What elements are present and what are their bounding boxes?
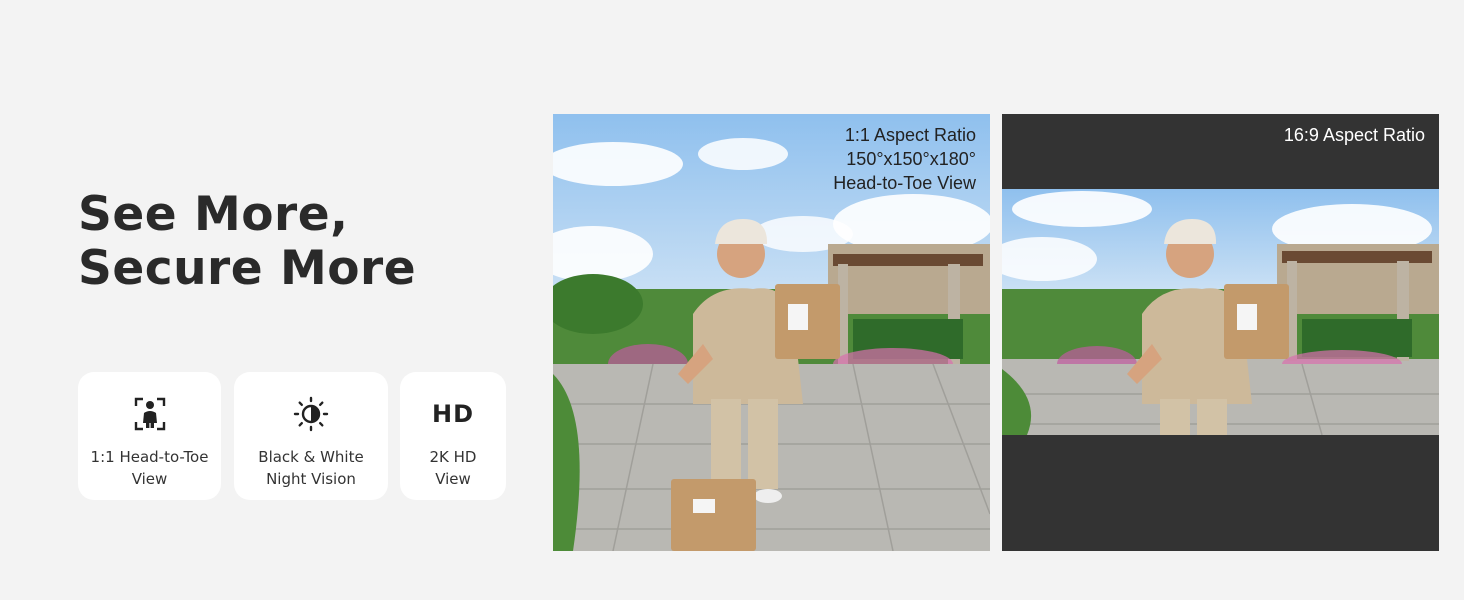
doorstep-scene-cropped-image xyxy=(1002,114,1439,551)
wide-view-photo: 16:9 Aspect Ratio xyxy=(1002,114,1439,551)
feature-label-line-1: 2K HD xyxy=(429,448,477,466)
caption-aspect-ratio: 1:1 Aspect Ratio xyxy=(844,125,976,145)
feature-label-line-2: View xyxy=(435,470,471,488)
headline-line-2: Secure More xyxy=(78,241,417,296)
square-view-caption: 1:1 Aspect Ratio 150°x150°x180° Head-to-… xyxy=(833,123,976,195)
caption-field-of-view: 150°x150°x180° xyxy=(846,149,976,169)
sun-moon-icon xyxy=(293,396,329,432)
headline-line-1: See More, xyxy=(78,187,349,242)
person-frame-icon xyxy=(134,397,165,431)
feature-label-line-1: Black & White xyxy=(258,448,364,466)
headline: See More, Secure More xyxy=(78,188,416,296)
feature-card-head-to-toe: 1:1 Head-to-Toe View xyxy=(78,372,221,500)
square-view-photo: 1:1 Aspect Ratio 150°x150°x180° Head-to-… xyxy=(553,114,990,551)
feature-label-line-2: Night Vision xyxy=(266,470,356,488)
hd-icon: HD xyxy=(431,400,474,428)
feature-label-line-1: 1:1 Head-to-Toe xyxy=(90,448,209,466)
caption-aspect-ratio: 16:9 Aspect Ratio xyxy=(1283,125,1425,145)
wide-view-caption: 16:9 Aspect Ratio xyxy=(1284,123,1425,147)
feature-card-2k-hd: HD 2K HD View xyxy=(400,372,506,500)
feature-label-line-2: View xyxy=(131,470,168,488)
caption-view-type: Head-to-Toe View xyxy=(833,173,976,193)
feature-card-night-vision: Black & White Night Vision xyxy=(234,372,388,500)
